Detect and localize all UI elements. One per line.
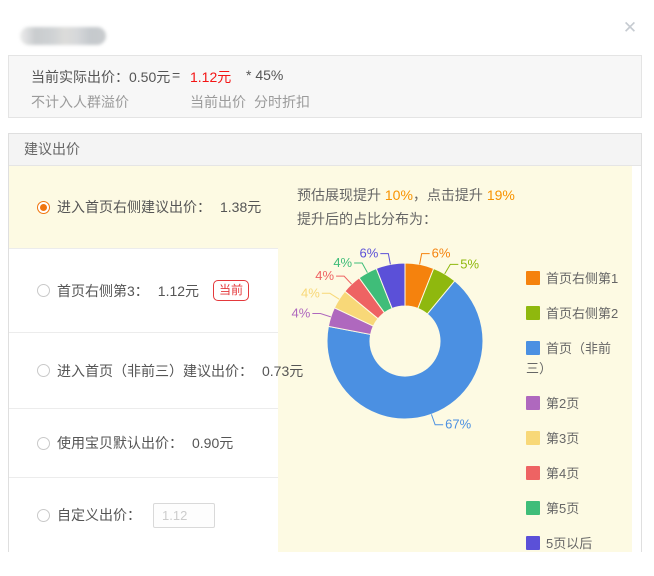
base-price-value: 1.12元 [190, 67, 231, 87]
legend-label: 第3页 [546, 431, 579, 446]
label-line [312, 313, 330, 316]
legend-swatch [526, 536, 540, 550]
legend-item-首页右侧第1[interactable]: 首页右侧第1 [526, 269, 630, 289]
estimate-line2: 提升后的占比分布为： [297, 207, 515, 231]
bid-options-list: 进入首页右侧建议出价： 1.38元首页右侧第3： 1.12元当前进入首页（非前三）建… [9, 166, 278, 552]
option-label: 使用宝贝默认出价： [57, 433, 183, 453]
legend-label: 首页右侧第1 [546, 271, 618, 286]
radio-dot [40, 204, 47, 211]
option-label: 进入首页（非前三）建议出价： [57, 361, 253, 381]
slice-percentage-label: 6% [432, 246, 451, 261]
legend-label: 第5页 [546, 501, 579, 516]
radio-unselected[interactable] [37, 437, 50, 450]
estimate-line1: 预估展现提升 10%，点击提升 19% [297, 183, 515, 207]
option-label: 进入首页右侧建议出价： [57, 197, 211, 217]
legend-swatch [526, 501, 540, 515]
label-line [445, 264, 459, 273]
estimate-line1-prefix: 预估展现提升 [297, 187, 385, 203]
bid-suggestion-dialog: ✕ 当前实际出价：0.50元 = 1.12元 * 45% 不计入人群溢价 当前出… [0, 0, 654, 576]
label-line [336, 276, 352, 284]
click-lift-value: 19% [487, 187, 515, 203]
legend-item-第2页[interactable]: 第2页 [526, 394, 630, 414]
bid-option-1[interactable]: 进入首页右侧建议出价： 1.38元 [9, 166, 278, 248]
slice-percentage-label: 67% [445, 417, 471, 432]
estimate-line1-mid: ，点击提升 [413, 187, 487, 203]
radio-unselected[interactable] [37, 364, 50, 377]
chart-legend: 首页右侧第1 首页右侧第2 首页（非前三） 第2页第3页第4页第5页 5页以后 [526, 269, 630, 552]
note-time-discount: 分时折扣 [254, 92, 310, 112]
impression-lift-value: 10% [385, 187, 413, 203]
current-actual-price: 当前实际出价：0.50元 [31, 67, 170, 87]
legend-swatch [526, 306, 540, 320]
legend-swatch [526, 341, 540, 355]
label-line [420, 254, 430, 265]
current-badge: 当前 [213, 280, 249, 300]
legend-swatch [526, 271, 540, 285]
legend-item-首页右侧第2[interactable]: 首页右侧第2 [526, 304, 630, 324]
legend-item-5页以后[interactable]: 5页以后 [526, 534, 630, 552]
slice-percentage-label: 4% [315, 268, 334, 283]
slice-percentage-label: 4% [301, 285, 320, 300]
scroll-gutter [632, 166, 641, 552]
legend-label: 首页右侧第2 [546, 306, 618, 321]
option-label: 自定义出价： [57, 505, 141, 525]
bid-option-4[interactable]: 使用宝贝默认出价： 0.90元 [9, 408, 278, 477]
close-icon[interactable]: ✕ [618, 16, 642, 40]
option-value: 0.90元 [192, 433, 233, 453]
radio-selected[interactable] [37, 201, 50, 214]
slice-percentage-label: 6% [360, 246, 379, 261]
legend-item-第4页[interactable]: 第4页 [526, 464, 630, 484]
bid-option-5[interactable]: 自定义出价： [9, 477, 278, 552]
label-line [354, 263, 367, 273]
label-line [380, 254, 390, 265]
legend-item-第5页[interactable]: 第5页 [526, 499, 630, 519]
custom-bid-input[interactable] [153, 503, 215, 528]
radio-unselected[interactable] [37, 284, 50, 297]
note-no-crowd-premium: 不计入人群溢价 [31, 92, 129, 112]
option-value: 1.38元 [220, 197, 261, 217]
estimate-text: 预估展现提升 10%，点击提升 19% 提升后的占比分布为： [297, 183, 515, 231]
label-line [322, 293, 339, 299]
radio-unselected[interactable] [37, 509, 50, 522]
slice-percentage-label: 4% [333, 255, 352, 270]
slice-percentage-label: 4% [292, 305, 311, 320]
legend-swatch [526, 431, 540, 445]
panel-title: 建议出价 [9, 134, 641, 166]
equals-sign: = [172, 67, 180, 83]
legend-label: 5页以后 [546, 536, 592, 551]
bid-option-3[interactable]: 进入首页（非前三）建议出价：0.73元 [9, 332, 278, 408]
option-label: 首页右侧第3： [57, 281, 149, 301]
legend-item-首页（非前三）[interactable]: 首页（非前三） [526, 339, 630, 379]
legend-label: 第4页 [546, 466, 579, 481]
legend-swatch [526, 466, 540, 480]
discount-multiplier: * 45% [246, 67, 283, 83]
dialog-title-redacted [20, 27, 106, 45]
legend-item-第3页[interactable]: 第3页 [526, 429, 630, 449]
legend-label: 第2页 [546, 396, 579, 411]
option-value: 1.12元 [158, 281, 199, 301]
panel-body: 进入首页右侧建议出价： 1.38元首页右侧第3： 1.12元当前进入首页（非前三）建… [9, 166, 641, 552]
suggested-bid-panel: 建议出价 进入首页右侧建议出价： 1.38元首页右侧第3： 1.12元当前进入首页（… [8, 133, 642, 552]
current-price-info-bar: 当前实际出价：0.50元 = 1.12元 * 45% 不计入人群溢价 当前出价 … [8, 55, 642, 118]
legend-swatch [526, 396, 540, 410]
label-line [431, 414, 443, 424]
bid-option-2[interactable]: 首页右侧第3： 1.12元当前 [9, 248, 278, 332]
slice-percentage-label: 5% [460, 256, 479, 271]
share-distribution-donut-chart: 6%5%67%4%4%4%4%6% [269, 234, 509, 446]
note-current-bid: 当前出价 [190, 92, 246, 112]
